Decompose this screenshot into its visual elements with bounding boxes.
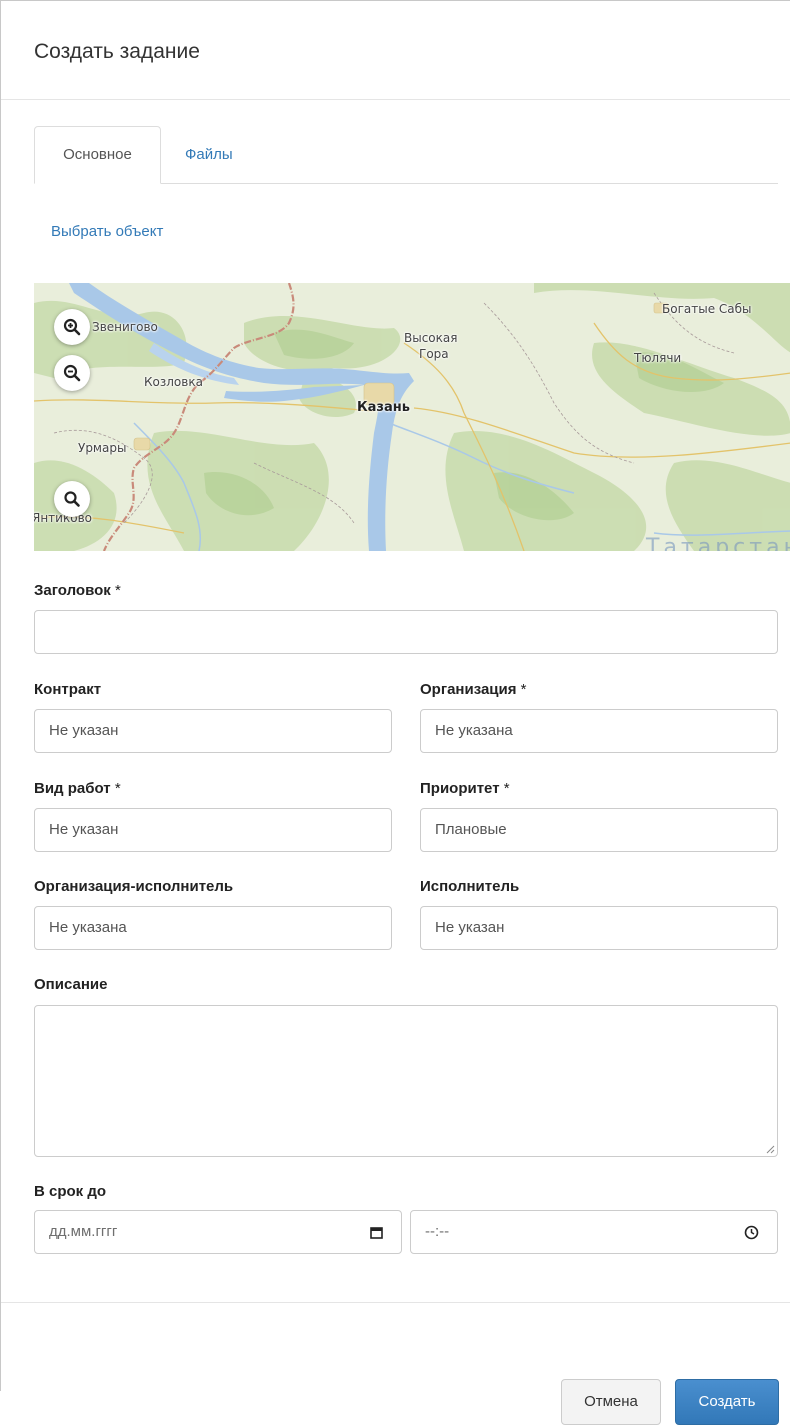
deadline-time-input[interactable]: --:-- [410,1210,778,1254]
contract-select[interactable]: Не указан [34,709,392,753]
search-icon [64,491,80,507]
dialog-footer: Отмена Создать [1,1302,790,1425]
map-label-vysokaya: Высокая [404,331,458,345]
title-label: Заголовок * [34,582,121,599]
map-label-tatarstan: Татарстан [646,535,790,551]
executor-select[interactable]: Не указан [420,906,778,950]
required-mark: * [520,681,527,698]
select-object-link[interactable]: Выбрать объект [51,223,163,240]
map-label-kozlovka: Козловка [144,375,203,389]
description-textarea[interactable] [34,1005,778,1157]
deadline-label: В срок до [34,1183,107,1200]
tab-bar: Основное Файлы [34,126,778,184]
map-label-bogatye-saby: Богатые Сабы [662,302,752,316]
calendar-icon[interactable] [370,1226,383,1239]
map-zoom-in-button[interactable] [54,309,90,345]
contractor-org-label: Организация-исполнитель [34,878,234,895]
required-mark: * [114,780,121,797]
tab-main[interactable]: Основное [34,126,161,184]
work-type-label: Вид работ * [34,780,121,797]
map-label-zvenigovo: Звенигово [92,320,158,334]
map-search-button[interactable] [54,481,90,517]
organization-label-text: Организация [420,681,517,698]
work-type-select[interactable]: Не указан [34,808,392,852]
map-label-urmary: Урмары [78,441,127,455]
organization-label: Организация * [420,681,527,698]
required-mark: * [114,582,121,599]
map-view[interactable]: Звенигово Козловка Урмары Янтиково Высок… [34,283,790,551]
title-input[interactable] [34,610,778,654]
priority-select[interactable]: Плановые [420,808,778,852]
priority-label-text: Приоритет [420,780,500,797]
description-label: Описание [34,976,108,993]
contractor-org-select[interactable]: Не указана [34,906,392,950]
priority-label: Приоритет * [420,780,510,797]
time-placeholder: --:-- [425,1223,450,1240]
date-placeholder: дд.мм.гггг [49,1223,118,1240]
deadline-date-input[interactable]: дд.мм.гггг [34,1210,402,1254]
title-label-text: Заголовок [34,582,111,599]
organization-select[interactable]: Не указана [420,709,778,753]
resize-grip-icon[interactable] [765,1144,775,1154]
dialog-header: Создать задание [1,1,790,100]
map-label-tyulyachi: Тюлячи [634,351,682,365]
map-label-gora: Гора [419,347,449,361]
create-button[interactable]: Создать [675,1379,779,1425]
cancel-button[interactable]: Отмена [561,1379,661,1425]
contract-label: Контракт [34,681,102,698]
required-mark: * [503,780,510,797]
zoom-out-icon [63,364,81,382]
create-task-dialog: Создать задание Основное Файлы Выбрать о… [0,0,790,1425]
zoom-in-icon [63,318,81,336]
map-label-kazan: Казань [357,400,410,415]
tab-files[interactable]: Файлы [161,126,255,183]
clock-icon[interactable] [744,1225,759,1240]
executor-label: Исполнитель [420,878,520,895]
work-type-label-text: Вид работ [34,780,111,797]
map-zoom-out-button[interactable] [54,355,90,391]
dialog-title: Создать задание [34,40,200,63]
